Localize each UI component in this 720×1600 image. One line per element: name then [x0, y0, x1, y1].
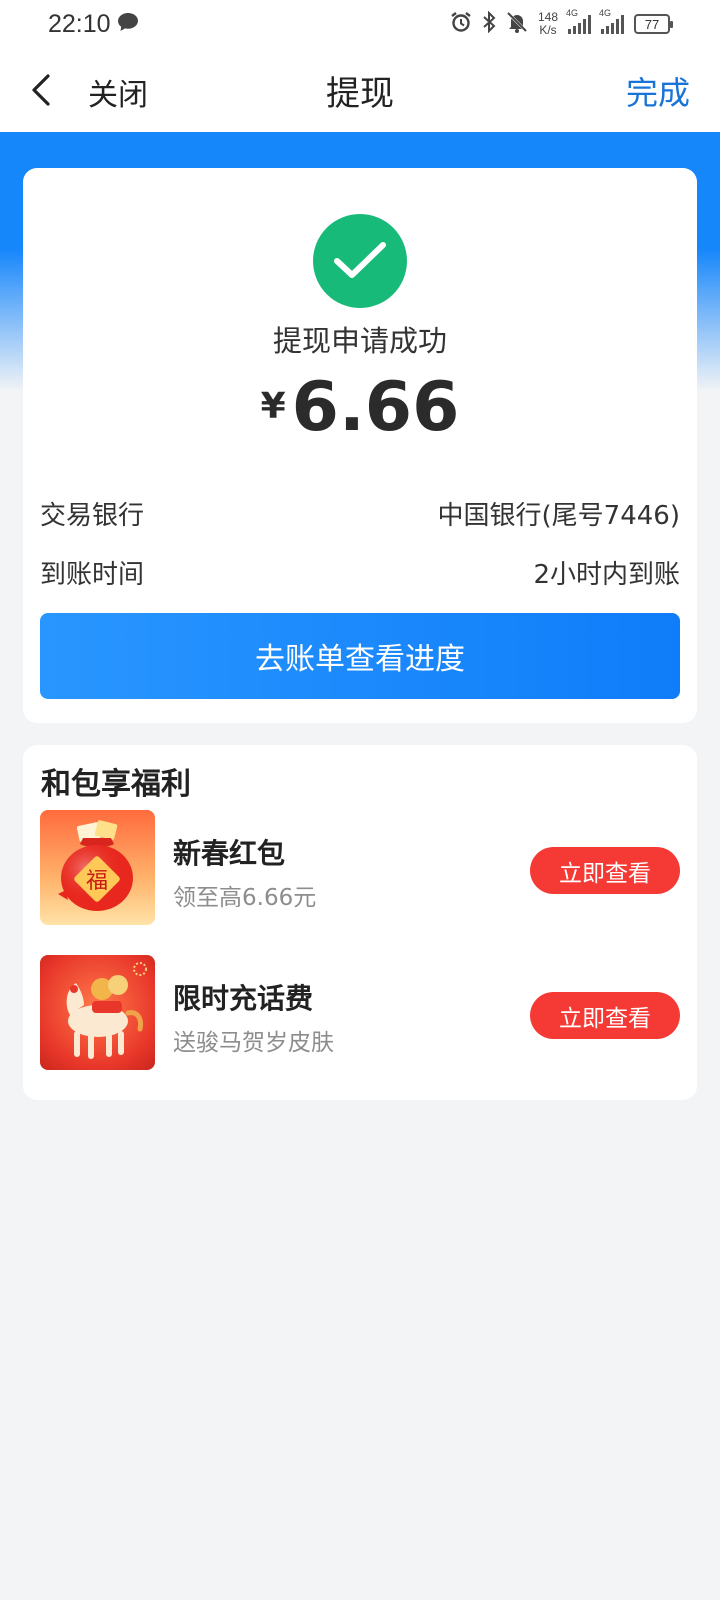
status-left: 22:10 [48, 10, 139, 39]
status-bar: 22:10 148 K/s 4G 4G 77 [0, 0, 720, 48]
currency-symbol: ¥ [260, 386, 286, 427]
done-button[interactable]: 完成 [626, 68, 690, 114]
benefit-desc: 送骏马贺岁皮肤 [173, 1030, 334, 1056]
status-right: 148 K/s 4G 4G 77 [450, 8, 673, 37]
view-progress-button[interactable]: 去账单查看进度 [40, 613, 680, 699]
signal-sim1-icon: 4G [566, 8, 591, 34]
status-time: 22:10 [48, 9, 111, 38]
battery-icon: 77 [634, 14, 673, 34]
benefit-name: 限时充话费 [173, 982, 314, 1015]
view-now-button[interactable]: 立即查看 [530, 992, 680, 1039]
signal-sim2-icon: 4G [599, 8, 624, 34]
arrival-value: 2小时内到账 [533, 560, 680, 590]
close-button[interactable]: 关闭 [88, 70, 148, 114]
net-speed-unit: K/s [539, 23, 557, 37]
red-packet-thumbnail: 福 [40, 810, 155, 925]
bank-label: 交易银行 [40, 501, 145, 531]
success-check-icon [313, 214, 407, 308]
success-title: 提现申请成功 [272, 324, 447, 358]
bluetooth-icon [482, 10, 496, 37]
benefit-name: 新春红包 [173, 837, 286, 870]
list-item[interactable]: 限时充话费 送骏马贺岁皮肤 立即查看 [40, 955, 680, 1071]
horse-icon [66, 962, 147, 1059]
arrival-row: 到账时间 2小时内到账 [40, 554, 680, 591]
alarm-icon [450, 11, 472, 37]
nav-bar: 关闭 提现 完成 [0, 48, 720, 132]
phone-topup-thumbnail [40, 955, 155, 1070]
back-arrow-icon[interactable] [28, 72, 58, 108]
view-now-button[interactable]: 立即查看 [530, 847, 680, 894]
sim2-network-tag: 4G [599, 8, 612, 18]
benefits-title: 和包享福利 [41, 767, 191, 802]
thumb-text: 福 [86, 869, 108, 894]
sim1-network-tag: 4G [566, 8, 579, 18]
battery-level: 77 [644, 16, 660, 32]
net-speed: 148 K/s [538, 11, 558, 37]
withdraw-result-card: 提现申请成功 ¥6.66 交易银行 中国银行(尾号7446) 到账时间 2小时内… [23, 168, 697, 723]
bank-row: 交易银行 中国银行(尾号7446) [40, 495, 680, 532]
arrival-label: 到账时间 [40, 560, 145, 590]
message-icon [117, 12, 139, 36]
amount-value: 6.66 [291, 368, 460, 447]
bank-value: 中国银行(尾号7446) [437, 501, 680, 531]
mute-bell-icon [506, 11, 528, 37]
lucky-bag-icon: 福 [58, 820, 133, 911]
list-item[interactable]: 福 新春红包 领至高6.66元 立即查看 [40, 810, 680, 926]
benefits-card: 和包享福利 福 新春红包 领至高6.66元 立即查看 限时充话费 送骏马贺岁皮肤… [23, 745, 697, 1100]
benefit-desc: 领至高6.66元 [173, 885, 317, 911]
withdraw-amount: ¥6.66 [23, 368, 697, 447]
